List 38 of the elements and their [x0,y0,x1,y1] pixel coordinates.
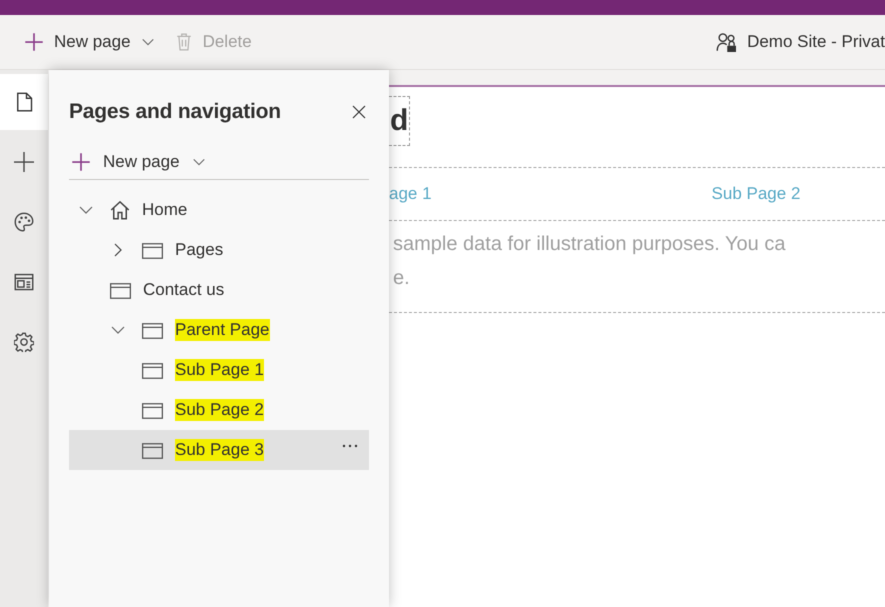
page-icon [142,442,163,458]
plus-icon [14,152,34,172]
paragraph-text: sample data for illustration purposes. You ca e. [389,221,885,313]
nav-item[interactable]: Pages [69,230,369,270]
plus-icon [71,152,91,172]
home-icon [110,200,130,220]
nav-item[interactable]: Sub Page 3 [69,430,369,470]
new-page-button[interactable]: New page [69,145,206,179]
page-icon [142,362,163,378]
title-field[interactable]: d [389,96,410,146]
page-icon [142,322,163,338]
page-icon [110,282,131,298]
nav-item[interactable]: Sub Page 2 [69,390,369,430]
page-icon [142,242,163,258]
site-button[interactable]: Demo Site - Privat [713,28,885,56]
palette-icon [14,212,34,232]
nav-item-label: Home [142,199,188,221]
new-page-button[interactable]: New page [22,28,157,56]
page-icon [14,92,34,112]
nav-item-label: Sub Page 1 [175,359,264,381]
nav-item-label: Parent Page [175,319,270,341]
settings-icon [14,332,34,352]
plus-icon [24,32,44,52]
nav-item-label: Sub Page 2 [175,399,264,421]
panel-title: Pages and navigation [69,100,281,124]
close-icon[interactable] [351,104,367,120]
nav-item[interactable]: Contact us [69,270,369,310]
people-lock-icon [715,32,738,52]
nav-item[interactable]: Parent Page [69,310,369,350]
page-icon [142,402,163,418]
trash-icon [174,32,193,52]
nav-item[interactable]: Sub Page 1 [69,350,369,390]
nav-item-label: Contact us [143,279,224,301]
nav-item[interactable]: Home [69,190,369,230]
nav-item-label: Sub Page 3 [175,439,264,461]
more-icon[interactable] [341,444,359,448]
nav-item-label: Pages [175,239,224,261]
layout-icon [14,272,34,292]
